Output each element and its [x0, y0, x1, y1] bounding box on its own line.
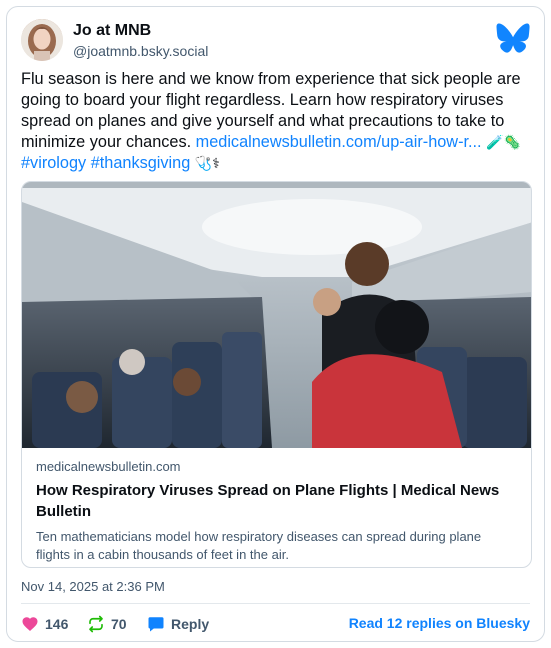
bluesky-butterfly-icon[interactable]: [496, 23, 530, 53]
speech-bubble-icon: [148, 617, 164, 632]
post-text: Flu season is here and we know from expe…: [21, 69, 533, 174]
display-name[interactable]: Jo at MNB: [73, 21, 208, 41]
repost-count: 70: [111, 616, 127, 632]
avatar-image: [21, 19, 63, 61]
divider: [21, 603, 530, 604]
link-preview-domain: medicalnewsbulletin.com: [36, 459, 181, 474]
read-replies-link[interactable]: Read 12 replies on Bluesky: [349, 615, 530, 631]
reply-label: Reply: [171, 616, 210, 632]
hashtag-virology[interactable]: #virology: [21, 154, 86, 172]
link-preview-title: How Respiratory Viruses Spread on Plane …: [36, 482, 500, 520]
repost-icon: [89, 615, 103, 633]
like-button[interactable]: 146: [21, 613, 68, 635]
heart-icon: [22, 617, 38, 631]
test-tube-microbe-emoji: 🧪🦠: [486, 134, 521, 150]
post-link[interactable]: medicalnewsbulletin.com/up-air-how-r...: [196, 133, 482, 151]
link-preview-meta: medicalnewsbulletin.com How Respiratory …: [36, 458, 517, 564]
post-actions: 146 70 Reply Read 12 replies on Bluesky: [21, 613, 530, 635]
reply-button[interactable]: Reply: [147, 613, 209, 635]
stethoscope-medical-emoji: 🩺⚕: [194, 155, 220, 171]
avatar[interactable]: [21, 19, 63, 61]
handle[interactable]: @joatmnb.bsky.social: [73, 41, 208, 61]
post-card: Jo at MNB @joatmnb.bsky.social Flu seaso…: [6, 6, 545, 642]
repost-button[interactable]: 70: [87, 613, 127, 635]
post-header: Jo at MNB @joatmnb.bsky.social: [21, 19, 530, 63]
post-timestamp[interactable]: Nov 14, 2025 at 2:36 PM: [21, 579, 165, 594]
link-preview-description: Ten mathematicians model how respiratory…: [36, 529, 482, 562]
like-count: 146: [45, 616, 69, 632]
hashtag-thanksgiving[interactable]: #thanksgiving: [91, 154, 191, 172]
author-info: Jo at MNB @joatmnb.bsky.social: [73, 21, 208, 61]
airplane-cabin-image: [22, 182, 531, 448]
link-preview-card[interactable]: medicalnewsbulletin.com How Respiratory …: [21, 181, 532, 568]
